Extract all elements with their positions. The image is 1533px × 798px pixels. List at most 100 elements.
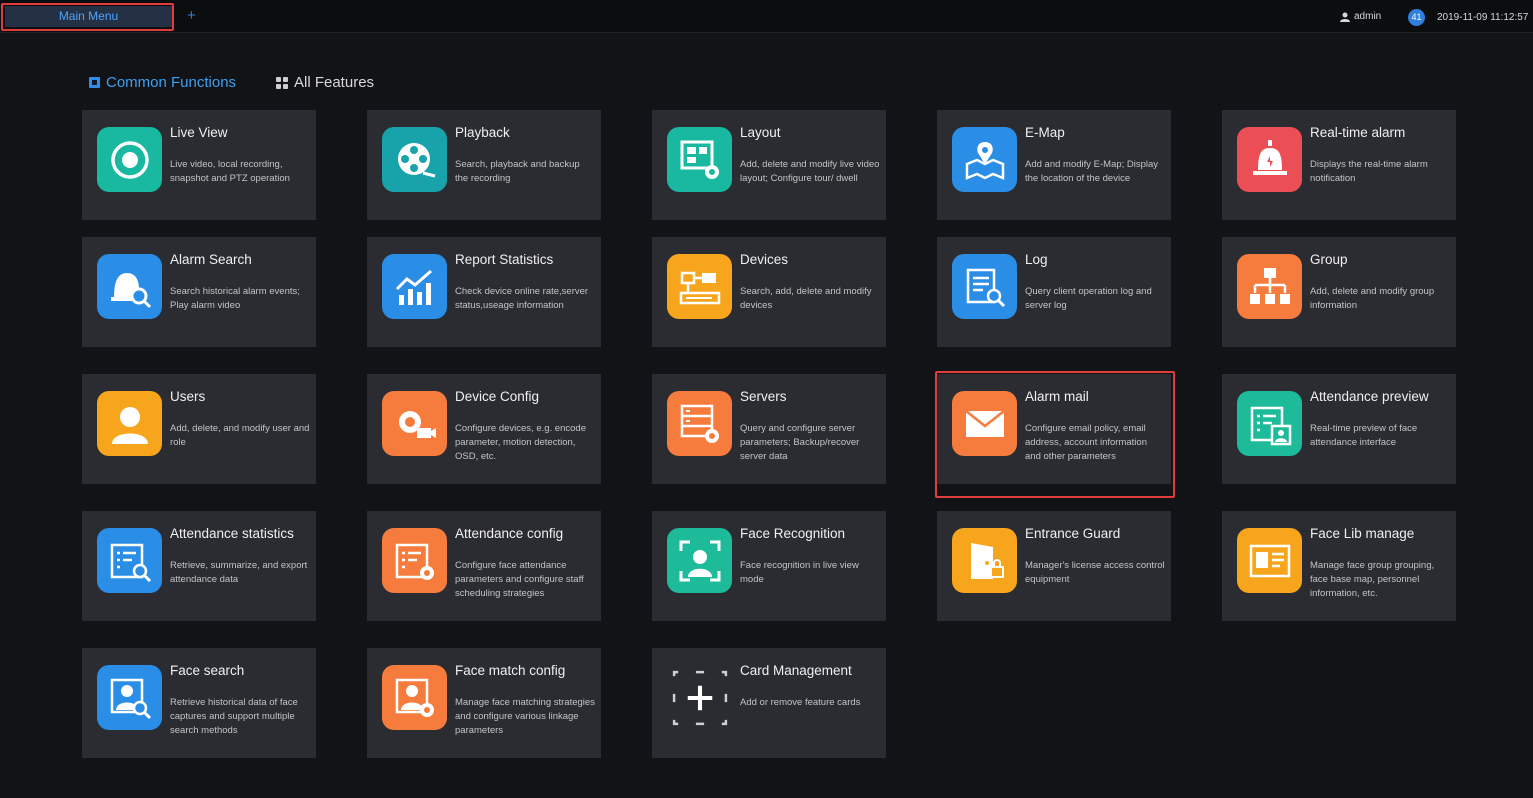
add-card-icon <box>667 665 732 730</box>
card-users[interactable]: Users Add, delete, and modify user and r… <box>82 374 316 484</box>
add-tab-button[interactable]: + <box>187 8 196 23</box>
card-face-match-config[interactable]: Face match config Manage face matching s… <box>367 648 601 758</box>
card-desc: Configure face attendance parameters and… <box>455 560 584 599</box>
card-desc: Face recognition in live view mode <box>740 560 859 585</box>
card-desc: Manage face group grouping, face base ma… <box>1310 560 1435 599</box>
alarm-bell-icon <box>1237 127 1302 192</box>
card-desc: Manage face matching strategies and conf… <box>455 697 595 736</box>
tab-common-label: Common Functions <box>106 74 237 91</box>
door-lock-icon <box>952 528 1017 593</box>
card-desc: Displays the real-time alarm notificatio… <box>1310 159 1428 184</box>
card-desc: Manager's license access control equipme… <box>1025 560 1165 585</box>
card-live-view[interactable]: Live View Live video, local recording, s… <box>82 110 316 220</box>
card-card-management[interactable]: Card Management Add or remove feature ca… <box>652 648 886 758</box>
card-title: Layout <box>740 125 781 140</box>
card-title: Log <box>1025 252 1048 267</box>
card-playback[interactable]: Playback Search, playback and backup the… <box>367 110 601 220</box>
datetime: 2019-11-09 11:12:57 <box>1437 12 1529 23</box>
card-title: E-Map <box>1025 125 1065 140</box>
card-desc: Add, delete, and modify user and role <box>170 423 310 448</box>
card-alarm-search[interactable]: Alarm Search Search historical alarm eve… <box>82 237 316 347</box>
card-attendance-statistics[interactable]: Attendance statistics Retrieve, summariz… <box>82 511 316 621</box>
card-title: Face match config <box>455 663 566 678</box>
username: admin <box>1354 11 1382 22</box>
tab-main-menu[interactable]: Main Menu <box>5 6 172 27</box>
card-desc: Retrieve, summarize, and export attendan… <box>170 560 308 585</box>
live-view-icon <box>97 127 162 192</box>
card-attendance-preview[interactable]: Attendance preview Real-time preview of … <box>1222 374 1456 484</box>
user-menu[interactable]: admin <box>1340 11 1381 22</box>
tab-all-label: All Features <box>294 74 375 91</box>
notification-badge[interactable]: 41 <box>1408 9 1425 26</box>
log-search-icon <box>952 254 1017 319</box>
card-entrance-guard[interactable]: Entrance Guard Manager's license access … <box>937 511 1171 621</box>
card-face-lib-manage[interactable]: Face Lib manage Manage face group groupi… <box>1222 511 1456 621</box>
card-desc: Search, add, delete and modify devices <box>740 286 872 311</box>
server-gear-icon <box>667 391 732 456</box>
card-desc: Query and configure server parameters; B… <box>740 423 860 462</box>
playback-reel-icon <box>382 127 447 192</box>
face-gear-icon <box>382 665 447 730</box>
star-square-icon <box>89 77 100 88</box>
card-title: Face Lib manage <box>1310 526 1415 541</box>
card-desc: Add, delete and modify group information <box>1310 286 1435 311</box>
card-title: Devices <box>740 252 789 267</box>
user-icon <box>97 391 162 456</box>
card-log[interactable]: Log Query client operation log and serve… <box>937 237 1171 347</box>
card-desc: Real-time preview of face attendance int… <box>1310 423 1418 448</box>
card-desc: Search, playback and backup the recordin… <box>455 159 580 184</box>
card-real-time-alarm[interactable]: Real-time alarm Displays the real-time a… <box>1222 110 1456 220</box>
card-title: Face Recognition <box>740 526 846 541</box>
card-desc: Add, delete and modify live video layout… <box>740 159 880 184</box>
card-group[interactable]: Group Add, delete and modify group infor… <box>1222 237 1456 347</box>
card-title: Attendance preview <box>1310 389 1429 404</box>
id-card-icon <box>1237 528 1302 593</box>
card-desc: Search historical alarm events; Play ala… <box>170 286 300 311</box>
bell-search-icon <box>97 254 162 319</box>
alarm-mail-highlight <box>935 371 1175 498</box>
card-title: Attendance config <box>455 526 564 541</box>
card-desc: Add and modify E-Map; Display the locati… <box>1025 159 1159 184</box>
face-search-icon <box>97 665 162 730</box>
card-title: Entrance Guard <box>1025 526 1121 541</box>
card-servers[interactable]: Servers Query and configure server param… <box>652 374 886 484</box>
card-title: Attendance statistics <box>170 526 294 541</box>
card-title: Servers <box>740 389 787 404</box>
user-icon <box>1340 12 1350 22</box>
grid-icon <box>276 76 288 89</box>
card-device-config[interactable]: Device Config Configure devices, e.g. en… <box>367 374 601 484</box>
card-title: Live View <box>170 125 228 140</box>
card-layout[interactable]: Layout Add, delete and modify live video… <box>652 110 886 220</box>
map-pin-icon <box>952 127 1017 192</box>
card-desc: Query client operation log and server lo… <box>1025 286 1152 311</box>
card-title: Users <box>170 389 206 404</box>
card-report-statistics[interactable]: Report Statistics Check device online ra… <box>367 237 601 347</box>
card-title: Group <box>1310 252 1348 267</box>
card-desc: Retrieve historical data of face capture… <box>170 697 298 736</box>
tab-common-functions[interactable]: Common Functions <box>89 74 236 91</box>
layout-gear-icon <box>667 127 732 192</box>
card-face-recognition[interactable]: Face Recognition Face recognition in liv… <box>652 511 886 621</box>
card-e-map[interactable]: E-Map Add and modify E-Map; Display the … <box>937 110 1171 220</box>
card-title: Real-time alarm <box>1310 125 1406 140</box>
card-title: Card Management <box>740 663 852 678</box>
face-scan-icon <box>667 528 732 593</box>
attendance-preview-icon <box>1237 391 1302 456</box>
card-desc: Add or remove feature cards <box>740 697 861 708</box>
bar-chart-icon <box>382 254 447 319</box>
device-config-icon <box>382 391 447 456</box>
card-title: Device Config <box>455 389 540 404</box>
card-attendance-config[interactable]: Attendance config Configure face attenda… <box>367 511 601 621</box>
card-title: Report Statistics <box>455 252 554 267</box>
tab-all-features[interactable]: All Features <box>276 74 374 91</box>
card-title: Face search <box>170 663 245 678</box>
card-devices[interactable]: Devices Search, add, delete and modify d… <box>652 237 886 347</box>
devices-icon <box>667 254 732 319</box>
card-desc: Check device online rate,server status,u… <box>455 286 589 311</box>
card-title: Playback <box>455 125 510 140</box>
card-face-search[interactable]: Face search Retrieve historical data of … <box>82 648 316 758</box>
calendar-gear-icon <box>382 528 447 593</box>
top-bar: Main Menu + admin 41 2019-11-09 11:12:57 <box>0 0 1533 33</box>
card-desc: Live video, local recording, snapshot an… <box>170 159 290 184</box>
group-tree-icon <box>1237 254 1302 319</box>
